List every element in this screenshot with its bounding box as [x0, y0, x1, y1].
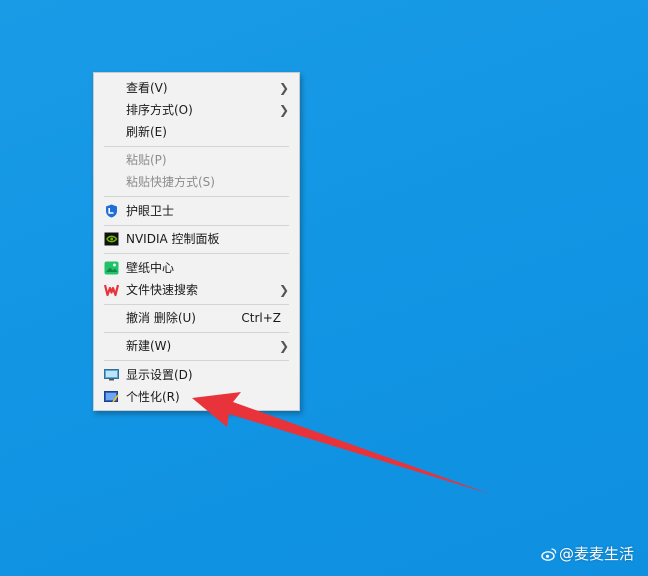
red-arrow-annotation	[192, 392, 490, 494]
weibo-icon	[541, 548, 557, 561]
watermark-text: @麦麦生活	[558, 545, 634, 563]
watermark: @麦麦生活	[541, 543, 634, 564]
